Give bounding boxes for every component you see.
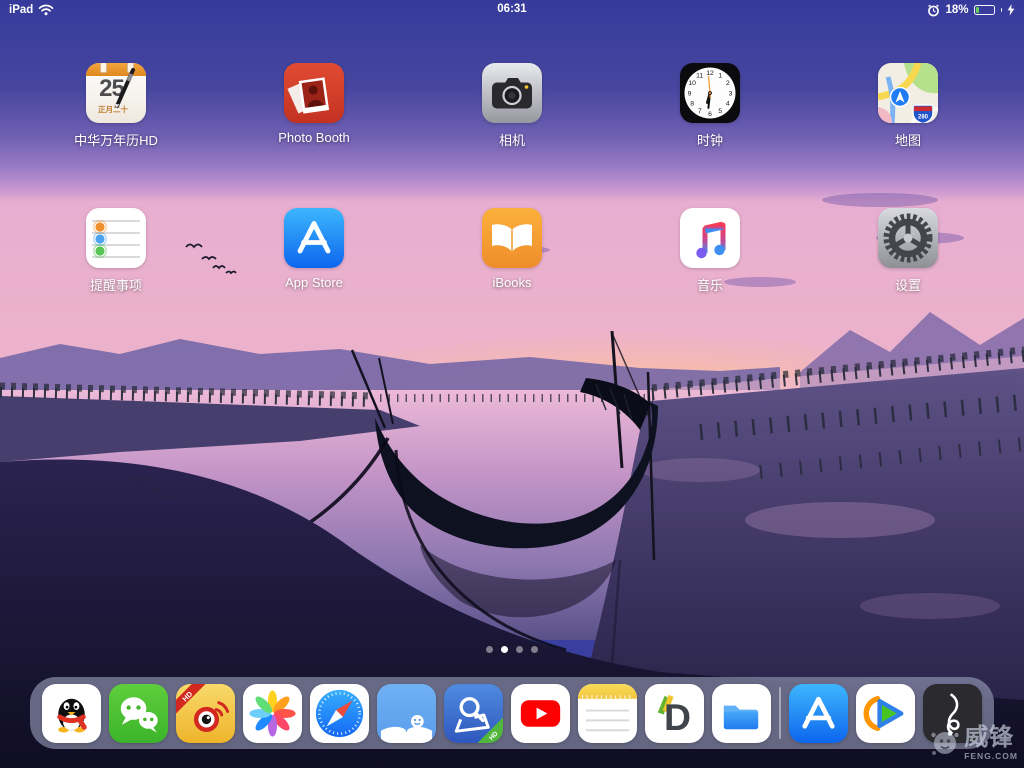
page-dot[interactable] [516,646,523,653]
files-icon[interactable] [712,684,771,743]
notes-icon[interactable] [578,684,637,743]
svg-text:1: 1 [718,73,722,80]
clock-icon[interactable]: 123456789101112 [680,63,740,123]
dock-left-group: HD [42,684,771,743]
calendar-pen-icon [86,63,146,123]
app-label: 提醒事项 [90,275,142,294]
app-tile-reminders: 提醒事项 [56,208,176,294]
app-label: 地图 [895,130,921,149]
ibooks-icon[interactable] [482,208,542,268]
safari-icon[interactable] [310,684,369,743]
app-label: 时钟 [697,130,723,149]
chinese-calendar-icon[interactable]: 25 正月二十 [86,63,146,123]
documents-letter: D [664,696,691,738]
wechat-read-icon[interactable] [377,684,436,743]
svg-text:10: 10 [688,80,696,87]
photos-icon[interactable] [243,684,302,743]
charging-bolt-icon [1007,4,1015,16]
watermark-title: 威锋 [964,726,1018,750]
documents-icon[interactable]: D [645,684,704,743]
app-label: Photo Booth [278,130,350,145]
app-tile-clock: 123456789101112 时钟 [650,63,770,149]
svg-text:2: 2 [726,80,730,87]
svg-text:12: 12 [706,70,714,77]
status-bar: iPad 06:31 18% [0,0,1024,20]
maps-shield-number: 280 [918,115,929,121]
app-tile-maps: 280 地图 [848,63,968,149]
feng-logo-icon [929,727,961,759]
app-label: App Store [285,275,343,290]
page-dot[interactable] [531,646,538,653]
camera-icon[interactable] [482,63,542,123]
music-icon[interactable] [680,208,740,268]
app-label: 相机 [499,130,525,149]
app-tile-chinese-calendar: 25 正月二十 中华万年历HD [56,63,176,149]
app-label: 设置 [895,275,921,294]
app-label: iBooks [492,275,531,290]
tencent-video-icon[interactable] [856,684,915,743]
app-label: 中华万年历HD [74,130,158,149]
youtube-icon[interactable] [511,684,570,743]
settings-icon[interactable] [878,208,938,268]
svg-text:3: 3 [729,90,733,97]
scan-search-hd-icon[interactable]: HD [444,684,503,743]
battery-nub [1001,8,1003,12]
qq-icon[interactable] [42,684,101,743]
svg-text:6: 6 [708,111,712,118]
svg-text:7: 7 [698,108,702,115]
app-label: 音乐 [697,275,723,294]
app-store-icon[interactable] [789,684,848,743]
alarm-clock-icon [927,4,940,17]
dock-divider [779,687,781,739]
app-tile-ibooks: iBooks [452,208,572,294]
carrier-label: iPad [9,4,33,16]
page-dots[interactable] [0,646,1024,653]
app-store-icon[interactable] [284,208,344,268]
page-dot[interactable] [486,646,493,653]
wechat-icon[interactable] [109,684,168,743]
svg-text:8: 8 [690,101,694,108]
dock: HD [30,677,994,749]
maps-icon[interactable]: 280 [878,63,938,123]
app-tile-camera: 相机 [452,63,572,149]
svg-text:11: 11 [696,73,703,80]
app-tile-photo-booth: Photo Booth [254,63,374,149]
battery-icon [974,5,995,15]
wifi-icon [38,4,54,16]
ipad-home-screen: iPad 06:31 18% [0,0,1024,768]
svg-text:9: 9 [688,90,692,97]
reminders-icon[interactable] [86,208,146,268]
watermark-subtitle: FENG.COM [964,752,1018,761]
svg-text:5: 5 [718,108,722,115]
svg-text:4: 4 [726,101,730,108]
watermark-feng: 威锋 FENG.COM [929,726,1018,761]
photo-booth-icon[interactable] [284,63,344,123]
page-dot[interactable] [501,646,508,653]
status-time: 06:31 [497,3,526,15]
app-tile-music: 音乐 [650,208,770,294]
home-app-grid: 25 正月二十 中华万年历HD [56,63,968,294]
app-tile-app-store: App Store [254,208,374,294]
battery-percent: 18% [945,4,968,16]
weibo-hd-icon[interactable]: HD [176,684,235,743]
app-tile-settings: 设置 [848,208,968,294]
